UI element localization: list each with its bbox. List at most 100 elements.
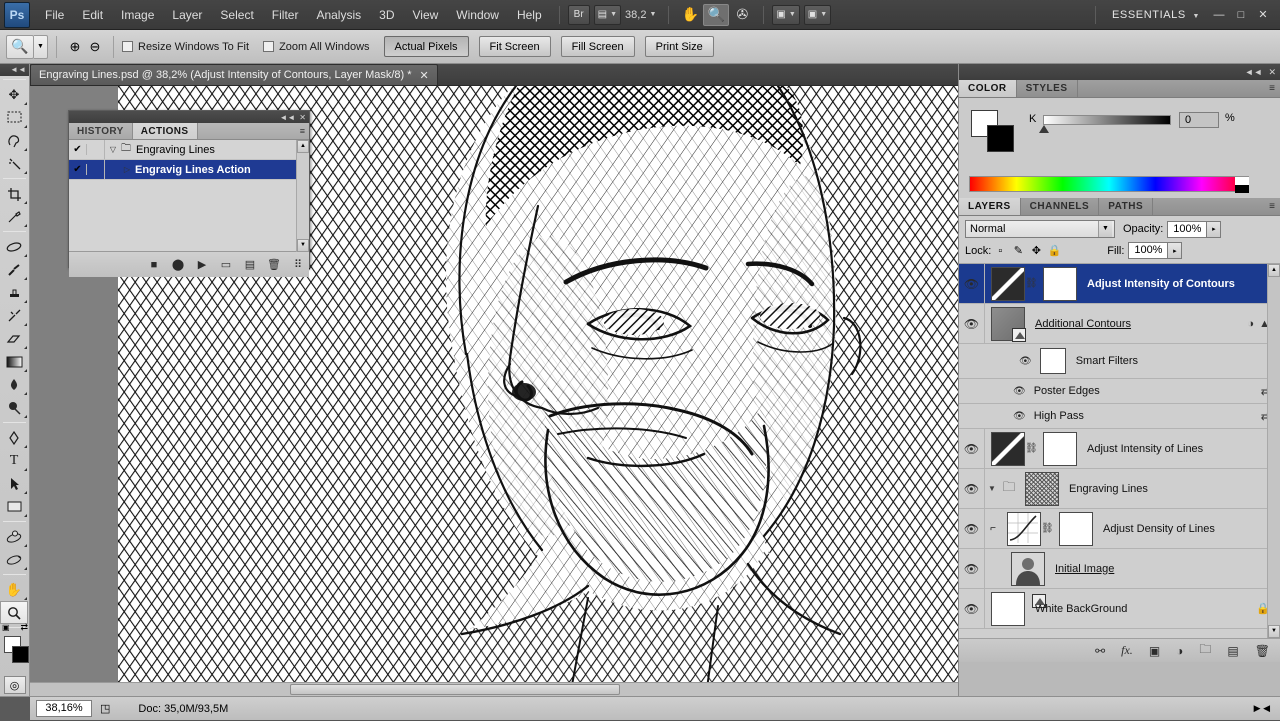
record-icon[interactable]: ⬤ — [171, 258, 185, 272]
magic-wand-tool[interactable] — [0, 152, 28, 175]
background-color-swatch[interactable] — [12, 646, 29, 663]
menu-view[interactable]: View — [403, 4, 447, 26]
current-tool-icon[interactable]: 🔍 — [6, 34, 34, 59]
action-row[interactable]: ✔ ▷ Engravig Lines Action — [69, 160, 309, 180]
collapse-panels-icon[interactable]: ◄◄ — [1245, 67, 1263, 77]
workspace-selector[interactable]: ESSENTIALS ▼ — [1104, 9, 1208, 21]
layer-mask-thumbnail[interactable] — [1059, 511, 1093, 546]
menu-filter[interactable]: Filter — [263, 4, 308, 26]
layer-name[interactable]: Engraving Lines — [1069, 483, 1148, 495]
tab-actions[interactable]: ACTIONS — [132, 123, 198, 139]
link-layers-icon[interactable]: ⚯ — [1095, 644, 1105, 658]
tab-paths[interactable]: PATHS — [1099, 198, 1154, 215]
group-thumbnail[interactable] — [1025, 471, 1059, 506]
zoom-percentage-field[interactable]: 38,16% — [36, 700, 92, 717]
dodge-tool[interactable] — [0, 396, 28, 419]
actual-pixels-button[interactable]: Actual Pixels — [383, 36, 469, 57]
menu-help[interactable]: Help — [508, 4, 551, 26]
layer-thumbnail[interactable] — [991, 306, 1026, 342]
scroll-up-icon[interactable]: ▲ — [1268, 264, 1280, 277]
layer-row[interactable]: 👁 White BackGround 🔒 — [959, 589, 1280, 629]
tab-history[interactable]: HISTORY — [69, 123, 133, 139]
stop-icon[interactable]: ■ — [147, 258, 161, 272]
blend-mode-select[interactable]: Normal ▼ — [965, 220, 1115, 238]
menu-3d[interactable]: 3D — [370, 4, 403, 26]
play-icon[interactable]: ▶ — [195, 258, 209, 272]
lock-paint-icon[interactable]: ✎ — [1009, 244, 1027, 257]
smart-filters-mask-thumbnail[interactable] — [1039, 348, 1066, 374]
swap-colors-icon[interactable]: ⇄ — [20, 622, 28, 633]
layer-style-fx-icon[interactable]: fx. — [1121, 643, 1133, 658]
action-dialog-toggle[interactable] — [87, 160, 105, 179]
background-color-swatch[interactable] — [987, 125, 1014, 152]
fill-screen-button[interactable]: Fill Screen — [560, 36, 635, 57]
add-mask-icon[interactable]: ▣ — [1149, 644, 1160, 658]
document-tab[interactable]: Engraving Lines.psd @ 38,2% (Adjust Inte… — [30, 64, 438, 85]
panel-menu-icon[interactable]: ≡ — [1269, 201, 1275, 212]
chevron-down-icon[interactable]: ▼ — [985, 484, 999, 493]
layer-name[interactable]: Additional Contours — [1035, 318, 1131, 330]
layer-group-row[interactable]: 👁 ▼ 🗀 Engraving Lines — [959, 469, 1280, 509]
filter-visibility-icon[interactable]: 👁 — [1013, 411, 1026, 422]
zoom-tool[interactable] — [0, 601, 28, 624]
menu-analysis[interactable]: Analysis — [307, 4, 370, 26]
lasso-tool[interactable] — [0, 129, 28, 152]
layer-name[interactable]: Adjust Density of Lines — [1103, 523, 1215, 535]
layer-visibility-icon[interactable]: 👁 — [959, 509, 985, 548]
close-button[interactable]: ✕ — [1252, 8, 1274, 21]
tab-layers[interactable]: LAYERS — [959, 198, 1021, 215]
menu-select[interactable]: Select — [211, 4, 262, 26]
filter-name[interactable]: High Pass — [1034, 410, 1084, 422]
minimize-button[interactable]: — — [1208, 9, 1230, 21]
hand-tool-top[interactable]: ✋ — [677, 4, 703, 26]
smart-filters-visibility-icon[interactable]: 👁 — [1019, 356, 1032, 367]
fill-field[interactable]: 100% — [1128, 242, 1169, 259]
tab-channels[interactable]: CHANNELS — [1021, 198, 1100, 215]
expand-triangle-icon[interactable]: ▷ — [119, 165, 135, 174]
menu-image[interactable]: Image — [112, 4, 163, 26]
horizontal-type-tool[interactable]: T — [0, 449, 28, 472]
print-size-button[interactable]: Print Size — [644, 36, 714, 57]
view-extras-button[interactable]: ▤ ▼ — [593, 4, 622, 25]
resize-grip[interactable]: ⠿ — [291, 258, 305, 272]
layer-visibility-icon[interactable]: 👁 — [959, 304, 985, 343]
spot-healing-brush-tool[interactable] — [0, 235, 28, 258]
rotate-view-tool-top[interactable]: ✇ — [729, 4, 755, 26]
color-swatches[interactable]: ▣ ⇄ — [0, 622, 30, 672]
action-enabled-checkbox[interactable]: ✔ — [69, 144, 87, 155]
layer-thumbnail[interactable] — [991, 266, 1025, 301]
layer-row[interactable]: 👁 ⌐ ⛓ Adjust Density of Lines — [959, 509, 1280, 549]
fill-stepper[interactable]: ▸ — [1168, 242, 1183, 259]
arrange-documents-button[interactable]: ▣ ▼ — [772, 4, 800, 25]
zoom-level-display[interactable]: 38,2 ▼ — [625, 9, 656, 21]
menu-layer[interactable]: Layer — [163, 4, 211, 26]
new-layer-icon[interactable]: ▤ — [1227, 644, 1238, 658]
delete-layer-icon[interactable]: 🗑 — [1255, 644, 1270, 658]
close-icon[interactable]: ✕ — [420, 69, 429, 82]
layer-row[interactable]: 👁 Initial Image — [959, 549, 1280, 608]
tab-color[interactable]: COLOR — [959, 80, 1017, 97]
zoom-in-icon[interactable]: ⊕ — [65, 37, 85, 57]
scrollbar-thumb[interactable] — [290, 684, 620, 695]
panel-menu-icon[interactable]: ≡ — [300, 126, 305, 136]
smart-filter-row[interactable]: 👁 Poster Edges ⇄ — [959, 379, 1280, 404]
brush-tool[interactable] — [0, 258, 28, 281]
adjustment-layer-icon[interactable]: ◑ — [1176, 644, 1183, 658]
move-tool[interactable]: ✥ — [0, 83, 28, 106]
color-swatch-pair[interactable] — [971, 110, 1015, 152]
new-group-icon[interactable]: 🗀 — [1199, 640, 1211, 661]
resize-windows-to-fit-checkbox[interactable]: Resize Windows To Fit — [122, 41, 249, 53]
white-swatch[interactable] — [1235, 177, 1249, 185]
k-channel-slider[interactable] — [1043, 115, 1171, 125]
menu-window[interactable]: Window — [447, 4, 508, 26]
document-info-icon[interactable]: ◳ — [100, 702, 110, 715]
layer-name[interactable]: Smart Filters — [1076, 355, 1138, 367]
canvas-horizontal-scrollbar[interactable] — [30, 682, 958, 696]
layer-mask-thumbnail[interactable] — [1043, 266, 1077, 301]
black-swatch[interactable] — [1235, 185, 1249, 193]
lock-all-icon[interactable]: 🔒 — [1045, 244, 1063, 257]
pen-tool[interactable] — [0, 426, 28, 449]
rectangular-marquee-tool[interactable] — [0, 106, 28, 129]
link-mask-icon[interactable]: ⛓ — [1025, 278, 1038, 289]
zoom-out-icon[interactable]: ⊖ — [85, 37, 105, 57]
